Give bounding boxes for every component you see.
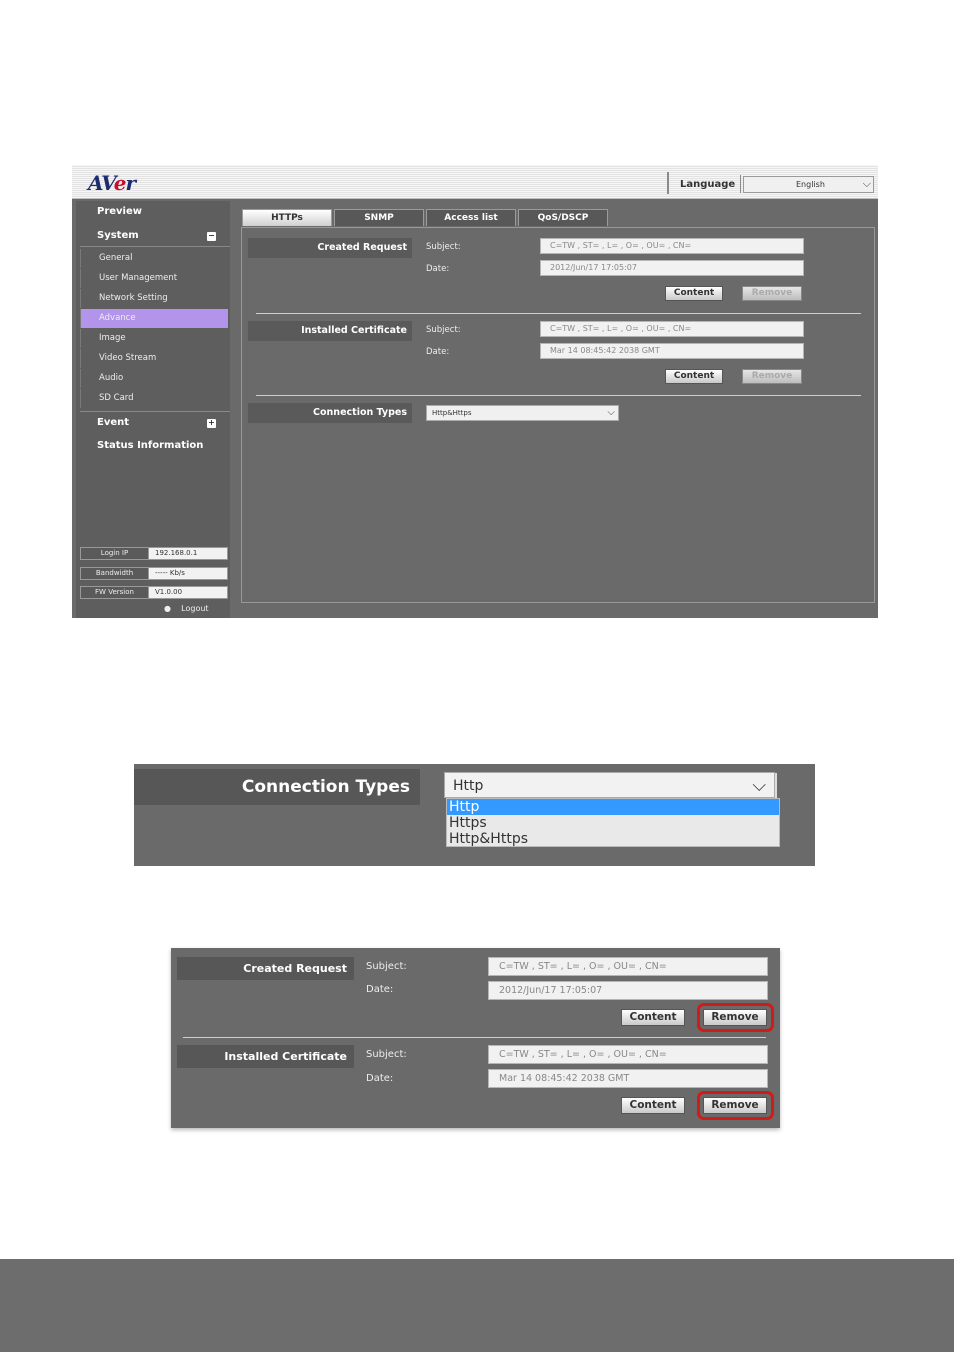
created-request-label: Created Request	[248, 238, 412, 258]
language-select[interactable]: English ⌵	[743, 176, 874, 193]
zoom-installed-certificate-label: Installed Certificate	[177, 1045, 354, 1068]
https-panel: Created Request Subject: C=TW , ST= , L=…	[241, 227, 875, 603]
main-content: HTTPs SNMP Access list QoS/DSCP Created …	[238, 205, 878, 618]
zoom-created-subject-label: Subject:	[366, 961, 407, 972]
chevron-down-icon: ⌵	[752, 775, 766, 796]
sidebar-item-image[interactable]: Image	[80, 329, 228, 348]
created-content-button[interactable]: Content	[665, 286, 723, 301]
installed-date-field: Mar 14 08:45:42 2038 GMT	[540, 343, 804, 359]
option-http-and-https[interactable]: Http&Https	[447, 831, 779, 847]
sidebar-item-general[interactable]: General	[80, 249, 228, 268]
tab-snmp[interactable]: SNMP	[334, 209, 424, 226]
tab-access-list[interactable]: Access list	[426, 209, 516, 226]
sidebar-item-status-information[interactable]: Status Information	[80, 435, 230, 457]
tab-qos-dscp[interactable]: QoS/DSCP	[518, 209, 608, 226]
fw-version-label: FW Version	[81, 587, 149, 598]
connection-types-select[interactable]: Http&Https ⌵	[426, 405, 619, 421]
sidebar-item-system[interactable]: System −	[80, 225, 230, 247]
tab-https[interactable]: HTTPs	[242, 209, 332, 226]
sidebar-item-preview[interactable]: Preview	[80, 201, 230, 223]
installed-remove-button[interactable]: Remove	[742, 369, 802, 384]
zoom-section-divider	[183, 1037, 766, 1038]
zoom-created-date-label: Date:	[366, 984, 394, 995]
connection-types-value: Http&Https	[432, 409, 472, 417]
login-ip-label: Login IP	[81, 548, 149, 559]
login-ip-value: 192.168.0.1	[155, 549, 198, 557]
logout-link[interactable]: ● Logout	[164, 604, 209, 613]
chevron-down-icon: ⌵	[862, 177, 871, 190]
section-divider-2	[256, 395, 861, 396]
zoom-installed-date-label: Date:	[366, 1073, 394, 1084]
collapse-icon[interactable]: −	[207, 232, 216, 241]
installed-subject-field: C=TW , ST= , L= , O= , OU= , CN=	[540, 321, 804, 337]
zoom-created-content-button[interactable]: Content	[621, 1009, 685, 1026]
created-subject-field: C=TW , ST= , L= , O= , OU= , CN=	[540, 238, 804, 254]
zoom-connection-types-label: Connection Types	[134, 769, 420, 805]
remove-highlight-circle	[697, 1003, 774, 1032]
created-date-label: Date:	[426, 264, 450, 274]
installed-subject-label: Subject:	[426, 325, 461, 335]
dropdown-edge	[775, 773, 777, 799]
sidebar-item-advance[interactable]: Advance	[80, 309, 228, 328]
sidebar-item-event[interactable]: Event +	[80, 411, 230, 433]
language-divider-2	[740, 175, 741, 193]
bandwidth-row: Bandwidth ----- Kb/s	[80, 567, 228, 580]
zoom-connection-types-dropdown[interactable]: Http ⌵	[444, 772, 777, 799]
top-header-bar: AVer Language English ⌵	[72, 165, 878, 199]
language-label: Language	[680, 179, 736, 190]
bandwidth-label: Bandwidth	[81, 568, 149, 579]
sidebar-item-sd-card[interactable]: SD Card	[80, 389, 228, 408]
option-https[interactable]: Https	[447, 815, 779, 831]
certificates-zoom: Created Request Subject: C=TW , ST= , L=…	[171, 948, 780, 1128]
user-icon: ●	[164, 604, 171, 613]
page-footer-band	[0, 1259, 954, 1352]
camera-web-ui-screenshot: AVer Language English ⌵ Preview System −…	[72, 165, 878, 618]
zoom-installed-date-field: Mar 14 08:45:42 2038 GMT	[488, 1069, 768, 1088]
option-http[interactable]: Http	[447, 799, 779, 815]
installed-date-label: Date:	[426, 347, 450, 357]
zoom-installed-content-button[interactable]: Content	[621, 1097, 685, 1114]
zoom-installed-subject-field: C=TW , ST= , L= , O= , OU= , CN=	[488, 1045, 768, 1064]
zoom-created-request-label: Created Request	[177, 957, 354, 980]
language-select-value: English	[796, 180, 825, 189]
zoom-created-subject-field: C=TW , ST= , L= , O= , OU= , CN=	[488, 957, 768, 976]
dropdown-options-list: Http Https Http&Https	[446, 798, 780, 847]
aver-logo: AVer	[88, 171, 136, 195]
zoom-dropdown-value: Http	[453, 778, 484, 794]
remove-highlight-circle-2	[697, 1091, 774, 1120]
fw-version-value: V1.0.00	[155, 588, 183, 596]
expand-icon[interactable]: +	[207, 419, 216, 428]
sidebar-item-video-stream[interactable]: Video Stream	[80, 349, 228, 368]
language-divider	[667, 172, 669, 194]
sidebar-item-user-management[interactable]: User Management	[80, 269, 228, 288]
zoom-installed-subject-label: Subject:	[366, 1049, 407, 1060]
connection-types-zoom: Connection Types Http ⌵ Http Https Http&…	[134, 764, 815, 866]
created-remove-button[interactable]: Remove	[742, 286, 802, 301]
sidebar-item-audio[interactable]: Audio	[80, 369, 228, 388]
installed-content-button[interactable]: Content	[665, 369, 723, 384]
chevron-down-icon: ⌵	[607, 407, 615, 418]
fw-version-row: FW Version V1.0.00	[80, 586, 228, 599]
created-subject-label: Subject:	[426, 242, 461, 252]
bandwidth-value: ----- Kb/s	[155, 569, 185, 577]
zoom-created-date-field: 2012/Jun/17 17:05:07	[488, 981, 768, 1000]
connection-types-label: Connection Types	[248, 403, 412, 423]
login-ip-row: Login IP 192.168.0.1	[80, 547, 228, 560]
sidebar: Preview System − General User Management…	[76, 201, 230, 618]
section-divider	[256, 313, 861, 314]
created-date-field: 2012/Jun/17 17:05:07	[540, 260, 804, 276]
sidebar-item-network-setting[interactable]: Network Setting	[80, 289, 228, 308]
installed-certificate-label: Installed Certificate	[248, 321, 412, 341]
